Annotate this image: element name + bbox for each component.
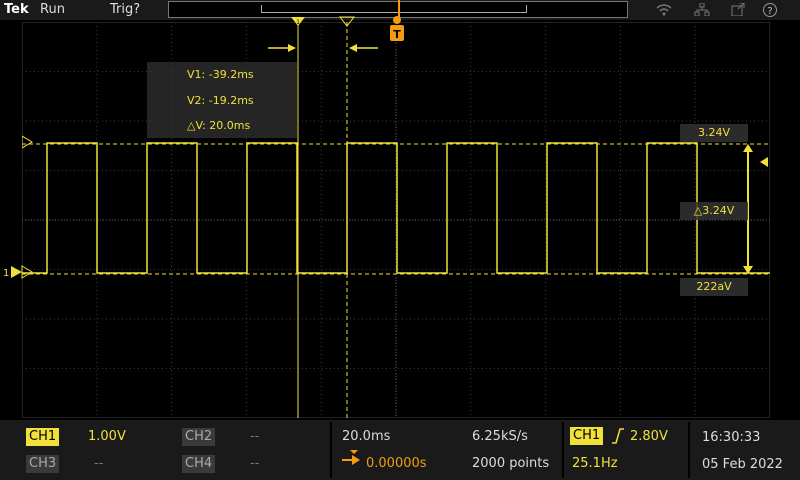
cursor-delta-readout: △V: 20.0ms <box>187 119 251 132</box>
record-view-window[interactable] <box>261 5 527 13</box>
svg-text:1: 1 <box>296 19 300 26</box>
rising-edge-icon <box>612 428 624 444</box>
lower-cursor-readout: 222aV <box>680 278 748 296</box>
ch3-badge[interactable]: CH3 <box>26 455 60 473</box>
ch1-upper-cursor-marker <box>22 135 33 149</box>
ch4-badge[interactable]: CH4 <box>182 455 216 473</box>
export-icon[interactable] <box>730 2 746 17</box>
marker-overlay: 1 T <box>268 16 404 52</box>
upper-cursor-readout: 3.24V <box>680 124 748 142</box>
help-icon[interactable]: ? <box>762 3 778 17</box>
delta-voltage-readout: △3.24V <box>680 202 748 220</box>
ch1-badge[interactable]: CH1 <box>26 428 60 446</box>
trigger-source-badge[interactable]: CH1 <box>570 427 604 445</box>
sample-rate[interactable]: 6.25kS/s <box>472 429 528 444</box>
cursor2-marker <box>338 16 356 27</box>
timebase-scale[interactable]: 20.0ms <box>342 429 390 444</box>
svg-text:T: T <box>393 28 401 41</box>
run-status[interactable]: Run <box>40 2 65 17</box>
clock-time: 16:30:33 <box>702 430 761 445</box>
brand-logo: Tek <box>4 2 29 17</box>
trigger-level-marker[interactable] <box>758 155 772 169</box>
ch2-scale[interactable]: -- <box>250 429 259 444</box>
ch2-badge[interactable]: CH2 <box>182 428 216 446</box>
svg-text:1: 1 <box>3 268 9 279</box>
ch4-scale[interactable]: -- <box>250 456 259 471</box>
cursor1-arrow <box>288 44 296 52</box>
cursor-v1-readout: V1: -39.2ms <box>187 68 254 81</box>
network-icon[interactable] <box>694 2 710 17</box>
cursor-readout-panel[interactable]: V1: -39.2ms V2: -19.2ms △V: 20.0ms <box>147 62 297 138</box>
ch3-scale[interactable]: -- <box>94 456 103 471</box>
ch1-scale[interactable]: 1.00V <box>88 429 126 444</box>
horizontal-position[interactable]: 0.00000s <box>366 456 427 471</box>
trigger-level[interactable]: 2.80V <box>630 429 668 444</box>
cursor-v2-readout: V2: -19.2ms <box>187 94 254 107</box>
ch1-offset-marker[interactable]: 1 <box>0 262 36 282</box>
waveform-graticule[interactable] <box>22 22 770 418</box>
record-length[interactable]: 2000 points <box>472 456 549 471</box>
horizontal-position-icon <box>342 450 360 465</box>
wifi-icon[interactable] <box>656 3 672 16</box>
clock-date: 05 Feb 2022 <box>702 457 783 472</box>
trigger-status: Trig? <box>110 2 141 17</box>
cursor2-arrow <box>349 44 357 52</box>
trigger-frequency: 25.1Hz <box>572 456 618 471</box>
